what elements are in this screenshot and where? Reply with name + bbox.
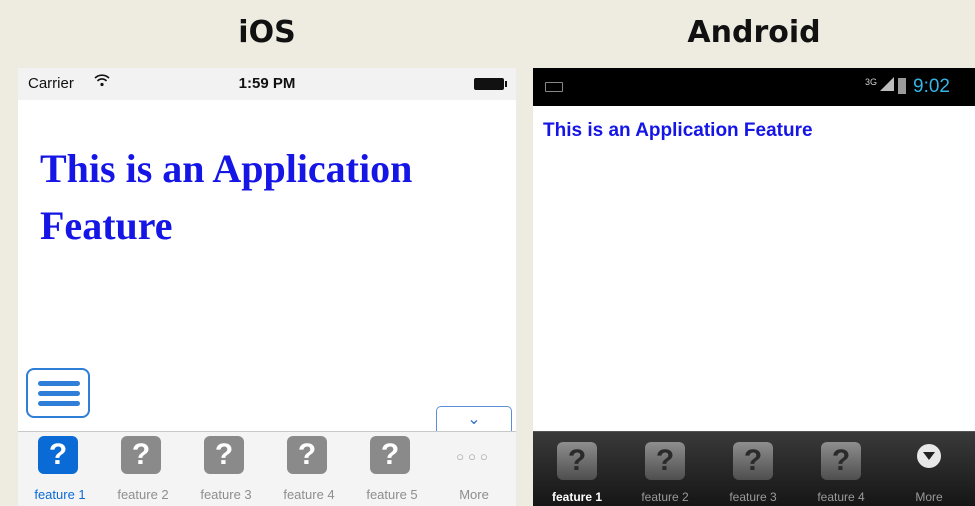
question-icon: ? xyxy=(38,436,78,474)
feature-title: This is an Application Feature xyxy=(543,120,813,141)
tab-feature-4[interactable]: ? feature 4 xyxy=(797,432,885,506)
collapse-tabbar-button[interactable]: ⌄ xyxy=(436,406,512,432)
tab-feature-2[interactable]: ? feature 2 xyxy=(101,432,185,506)
tab-feature-4[interactable]: ? feature 4 xyxy=(267,432,351,506)
tab-label: feature 2 xyxy=(641,490,689,504)
question-icon: ? xyxy=(821,442,861,480)
hamburger-icon-bar xyxy=(38,391,80,396)
tab-label: feature 4 xyxy=(283,487,335,502)
ios-tab-bar: ? feature 1 ? feature 2 ? feature 3 ? fe… xyxy=(18,431,516,506)
hamburger-icon-bar xyxy=(38,381,80,386)
tab-label: feature 1 xyxy=(34,487,86,502)
tab-label: feature 1 xyxy=(551,490,603,504)
more-dots-icon: ○○○ xyxy=(456,449,492,464)
tab-label: feature 3 xyxy=(200,487,252,502)
tab-label: feature 3 xyxy=(729,490,777,504)
chevron-down-icon: ⌄ xyxy=(467,411,481,428)
tab-label: feature 5 xyxy=(366,487,418,502)
question-icon: ? xyxy=(204,436,244,474)
tab-feature-3[interactable]: ? feature 3 xyxy=(709,432,797,506)
tab-feature-3[interactable]: ? feature 3 xyxy=(184,432,268,506)
ios-heading: iOS xyxy=(238,15,296,50)
question-icon: ? xyxy=(121,436,161,474)
tab-label: More xyxy=(915,490,943,504)
tab-label: More xyxy=(459,487,489,502)
question-icon: ? xyxy=(645,442,685,480)
menu-button[interactable] xyxy=(26,368,90,418)
tab-more[interactable]: More xyxy=(885,432,973,506)
android-status-bar: 3G 9:02 xyxy=(533,68,975,106)
signal-icon: 3G xyxy=(865,77,895,91)
ios-screen: Carrier 1:59 PM This is an Application F… xyxy=(18,68,516,506)
tab-feature-1[interactable]: ? feature 1 xyxy=(18,432,102,506)
feature-title: This is an Application Feature xyxy=(40,146,413,248)
question-icon: ? xyxy=(370,436,410,474)
tab-feature-1[interactable]: ? feature 1 xyxy=(533,432,621,506)
hamburger-icon-bar xyxy=(38,401,80,406)
android-heading: Android xyxy=(687,15,821,50)
battery-icon xyxy=(898,78,906,94)
more-circle-icon xyxy=(917,444,941,468)
battery-icon xyxy=(474,78,507,90)
network-type: 3G xyxy=(865,77,878,87)
status-time: 1:59 PM xyxy=(238,75,296,92)
tab-feature-2[interactable]: ? feature 2 xyxy=(621,432,709,506)
android-screen: 3G 9:02 This is an Application Feature ?… xyxy=(533,68,975,506)
question-icon: ? xyxy=(287,436,327,474)
tab-label: feature 4 xyxy=(817,490,865,504)
question-icon: ? xyxy=(733,442,773,480)
keyboard-icon xyxy=(545,82,563,92)
android-tab-bar: ? feature 1 ? feature 2 ? feature 3 ? fe… xyxy=(533,431,975,506)
tab-more[interactable]: ○○○ More xyxy=(432,432,516,506)
status-time: 9:02 xyxy=(913,76,950,97)
tab-label: feature 2 xyxy=(117,487,169,502)
ios-status-bar: Carrier 1:59 PM xyxy=(18,68,516,100)
tab-feature-5[interactable]: ? feature 5 xyxy=(350,432,434,506)
question-icon: ? xyxy=(557,442,597,480)
